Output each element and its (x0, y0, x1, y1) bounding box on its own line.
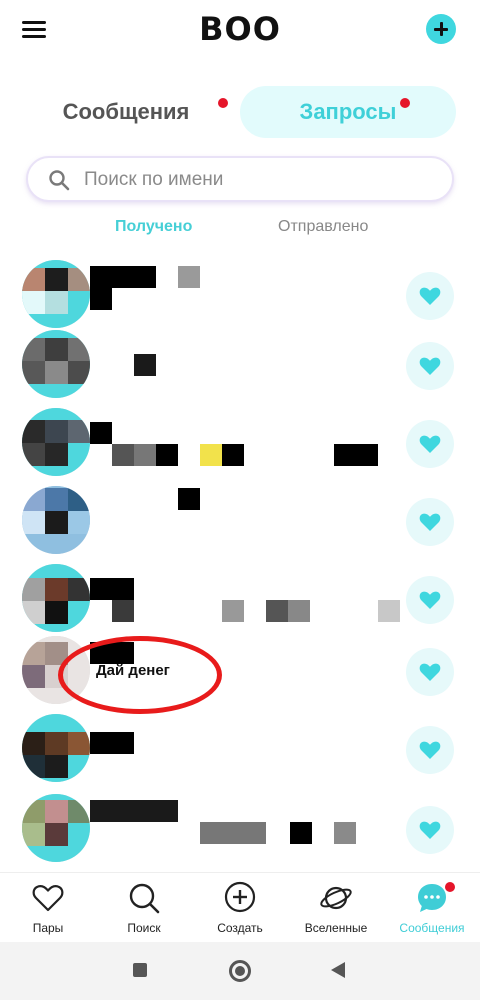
redacted-text (222, 600, 244, 622)
nav-item-create[interactable]: Создать (192, 881, 288, 941)
nav-item-pairs[interactable]: Пары (0, 881, 96, 941)
redacted-name (90, 422, 112, 444)
nav-label: Сообщения (399, 921, 465, 935)
nav-item-messages[interactable]: Сообщения (384, 881, 480, 941)
add-button[interactable] (426, 14, 456, 44)
avatar (22, 486, 90, 554)
square-icon[interactable] (133, 963, 147, 977)
tab-requests[interactable]: Запросы (240, 86, 456, 138)
subtab-received[interactable]: Получено (115, 218, 192, 236)
tab-requests-label: Запросы (299, 99, 397, 124)
list-item[interactable] (0, 794, 480, 870)
main-tabs: Сообщения Запросы (24, 86, 456, 138)
list-item[interactable] (0, 486, 480, 562)
avatar (22, 564, 90, 632)
heart-icon (419, 287, 441, 305)
heart-outline-icon (32, 885, 64, 912)
redacted-name (90, 266, 156, 288)
list-item[interactable] (0, 330, 480, 406)
top-bar: BOO (0, 0, 480, 60)
heart-icon (419, 591, 441, 609)
redacted-name (90, 288, 112, 310)
tab-requests-badge (400, 98, 410, 108)
list-item[interactable]: Дай денег (0, 636, 480, 712)
avatar (22, 714, 90, 782)
nav-label: Пары (32, 921, 64, 935)
heart-icon (419, 741, 441, 759)
avatar (22, 794, 90, 862)
redacted-text (156, 444, 178, 466)
redacted-name (90, 732, 134, 754)
back-triangle-icon[interactable] (331, 962, 345, 978)
avatar (22, 330, 90, 398)
redacted-text (222, 444, 244, 466)
like-button[interactable] (406, 726, 454, 774)
heart-icon (419, 357, 441, 375)
redacted-text (378, 600, 400, 622)
redacted-text (290, 822, 312, 844)
list-item[interactable] (0, 260, 480, 336)
planet-icon (320, 886, 352, 910)
like-button[interactable] (406, 420, 454, 468)
tab-messages[interactable]: Сообщения (36, 86, 228, 138)
redacted-name (90, 642, 134, 664)
redacted-text (334, 822, 356, 844)
search-icon (49, 170, 70, 191)
heart-icon (419, 435, 441, 453)
redacted-text (112, 444, 134, 466)
like-button[interactable] (406, 806, 454, 854)
nav-item-search[interactable]: Поиск (96, 881, 192, 941)
tab-messages-label: Сообщения (62, 99, 190, 124)
redacted-text (112, 600, 134, 622)
like-button[interactable] (406, 342, 454, 390)
heart-icon (419, 513, 441, 531)
messages-badge (444, 881, 456, 893)
redacted-name (178, 488, 200, 510)
like-button[interactable] (406, 648, 454, 696)
redacted-text (178, 266, 200, 288)
search-bar[interactable] (26, 156, 454, 202)
avatar (22, 636, 90, 704)
plus-circle-icon (224, 881, 256, 913)
redacted-text (200, 444, 222, 466)
redacted-name (90, 578, 134, 600)
home-circle-icon[interactable] (229, 960, 251, 982)
heart-icon (419, 821, 441, 839)
tab-messages-badge (218, 98, 228, 108)
redacted-name (90, 800, 178, 822)
redacted-name (134, 354, 156, 376)
system-nav-bar (0, 942, 480, 1000)
app-logo: BOO (199, 10, 281, 48)
like-button[interactable] (406, 576, 454, 624)
message-preview: Дай денег (96, 662, 170, 679)
search-input[interactable] (84, 166, 434, 194)
list-item[interactable] (0, 564, 480, 640)
nav-label: Создать (217, 921, 263, 935)
list-item[interactable] (0, 408, 480, 484)
request-list: Дай денег (0, 250, 480, 870)
nav-label: Поиск (127, 921, 161, 935)
redacted-text (266, 600, 288, 622)
nav-item-universes[interactable]: Вселенные (288, 881, 384, 941)
like-button[interactable] (406, 272, 454, 320)
redacted-text (134, 444, 156, 466)
redacted-text (288, 600, 310, 622)
avatar (22, 260, 90, 328)
search-icon (129, 883, 160, 914)
request-subtabs: Получено Отправлено (0, 218, 480, 242)
like-button[interactable] (406, 498, 454, 546)
nav-label: Вселенные (304, 921, 368, 935)
subtab-sent[interactable]: Отправлено (278, 218, 368, 236)
avatar (22, 408, 90, 476)
heart-icon (419, 663, 441, 681)
redacted-text (200, 822, 266, 844)
list-item[interactable] (0, 714, 480, 790)
bottom-nav: Пары Поиск Создать Вселенные Сообщения (0, 872, 480, 942)
redacted-text (334, 444, 378, 466)
